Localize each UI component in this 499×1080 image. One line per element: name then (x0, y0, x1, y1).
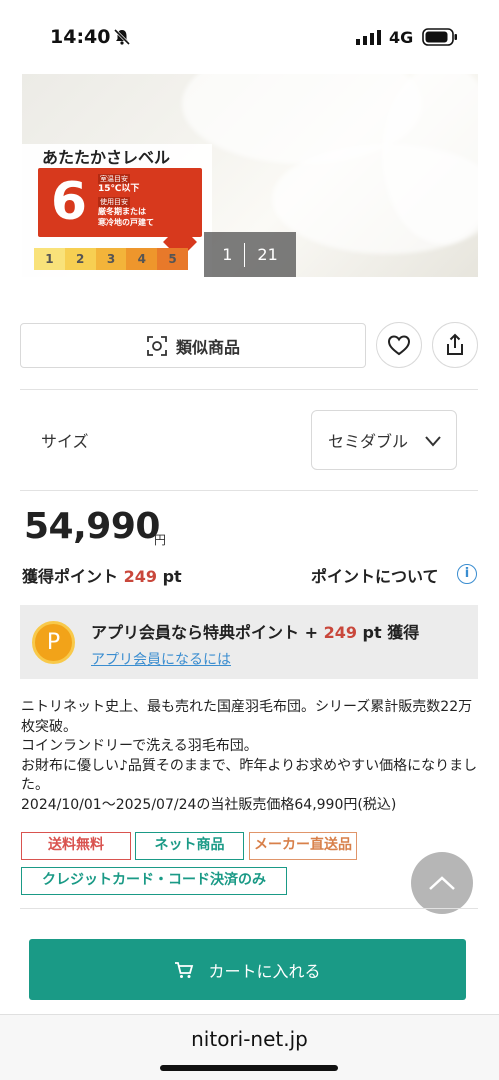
info-icon[interactable]: i (457, 564, 477, 584)
price: 54,990 (24, 506, 160, 547)
bell-muted-icon (113, 28, 131, 46)
app-points-suffix: pt 獲得 (356, 623, 420, 642)
maker-direct-tag: メーカー直送品 (249, 832, 357, 860)
price-unit: 円 (154, 533, 167, 547)
chevron-down-icon (425, 436, 441, 447)
room-temp-value: 15℃以下 (98, 184, 140, 194)
description-line: 2024/10/01〜2025/07/24の当社販売価格64,990円(税込) (21, 796, 397, 813)
divider (20, 490, 478, 491)
home-indicator (160, 1065, 338, 1071)
earned-points-label: 獲得ポイント (22, 567, 119, 586)
usage-line-1: 厳冬期または (98, 207, 146, 216)
scale-step: 5 (157, 248, 188, 270)
size-select[interactable]: セミダブル (311, 410, 457, 470)
similar-products-button[interactable]: 類似商品 (20, 323, 366, 368)
similar-products-label: 類似商品 (175, 337, 240, 357)
earned-points-unit: pt (162, 567, 182, 586)
description-line: コインランドリーで洗える羽毛布団。 (21, 738, 258, 754)
scale-step: 2 (64, 248, 96, 270)
heart-icon (387, 335, 411, 356)
status-time: 14:40 (50, 26, 111, 48)
app-member-points-box: P アプリ会員なら特典ポイント + 249 pt 獲得 アプリ会員になるには (20, 605, 478, 679)
usage-tag: 使用目安 (98, 197, 130, 207)
warmth-level-number: 6 (50, 172, 88, 232)
add-to-cart-button[interactable]: カートに入れる (29, 939, 466, 1000)
usage-line-2: 寒冷地の戸建て (98, 218, 154, 227)
scale-step: 3 (95, 248, 127, 270)
image-counter-total: 21 (257, 245, 278, 264)
add-to-cart-label: カートに入れる (208, 961, 321, 981)
divider (20, 389, 478, 390)
room-temp-tag: 室温目安 (98, 174, 130, 184)
scale-step: 1 (34, 248, 65, 270)
status-bar: 14:40 4G (0, 0, 499, 74)
app-member-link[interactable]: アプリ会員になるには (91, 649, 231, 669)
card-payment-only-tag: クレジットカード・コード決済のみ (21, 867, 287, 895)
divider (20, 908, 478, 909)
earned-points-value: 249 (123, 567, 157, 586)
app-points-prefix: アプリ会員なら特典ポイント + (91, 623, 324, 642)
warmth-scale: 1 2 3 4 5 (34, 248, 188, 270)
battery-icon (422, 28, 457, 46)
earned-points: 獲得ポイント 249 pt (22, 563, 182, 587)
image-counter: 1 21 (204, 232, 296, 277)
description-line: お財布に優しい♪品質そのままで、昨年よりお求めやすい価格になりました。 (21, 757, 478, 794)
counter-divider (244, 242, 246, 267)
size-selected-value: セミダブル (328, 432, 409, 451)
app-points-value: 249 (323, 623, 357, 642)
image-counter-current: 1 (222, 245, 233, 264)
product-image[interactable]: あたたかさレベル 6 室温目安 15℃以下 使用目安 厳冬期または 寒冷地の戸建… (22, 74, 478, 277)
points-coin-icon: P (32, 621, 75, 664)
warmth-level-card: あたたかさレベル 6 室温目安 15℃以下 使用目安 厳冬期または 寒冷地の戸建… (22, 144, 212, 277)
scroll-to-top-button[interactable] (411, 852, 473, 914)
favorite-button[interactable] (376, 322, 422, 368)
online-only-tag: ネット商品 (135, 832, 244, 860)
warmth-level-panel: 6 室温目安 15℃以下 使用目安 厳冬期または 寒冷地の戸建て (38, 168, 202, 237)
scale-step: 4 (126, 248, 158, 270)
share-icon (447, 333, 463, 355)
share-button[interactable] (432, 322, 478, 368)
description-line: ニトリネット史上、最も売れた国産羽毛布団。シリーズ累計販売数22万枚突破。 (21, 699, 473, 735)
points-info-link[interactable]: ポイントについて (311, 563, 439, 587)
free-shipping-tag: 送料無料 (21, 832, 131, 860)
app-member-points-text: アプリ会員なら特典ポイント + 249 pt 獲得 (91, 619, 419, 643)
cart-icon (175, 961, 194, 978)
size-label: サイズ (41, 432, 89, 451)
warmth-level-title: あたたかさレベル (42, 148, 171, 167)
image-search-icon (147, 335, 167, 356)
chevron-up-icon (429, 876, 455, 890)
address-domain[interactable]: nitori-net.jp (0, 1027, 499, 1051)
signal-icon (356, 30, 381, 45)
product-description: ニトリネット史上、最も売れた国産羽毛布団。シリーズ累計販売数22万枚突破。 コイ… (21, 698, 481, 815)
browser-address-bar[interactable]: nitori-net.jp (0, 1014, 499, 1080)
network-type: 4G (389, 28, 414, 47)
